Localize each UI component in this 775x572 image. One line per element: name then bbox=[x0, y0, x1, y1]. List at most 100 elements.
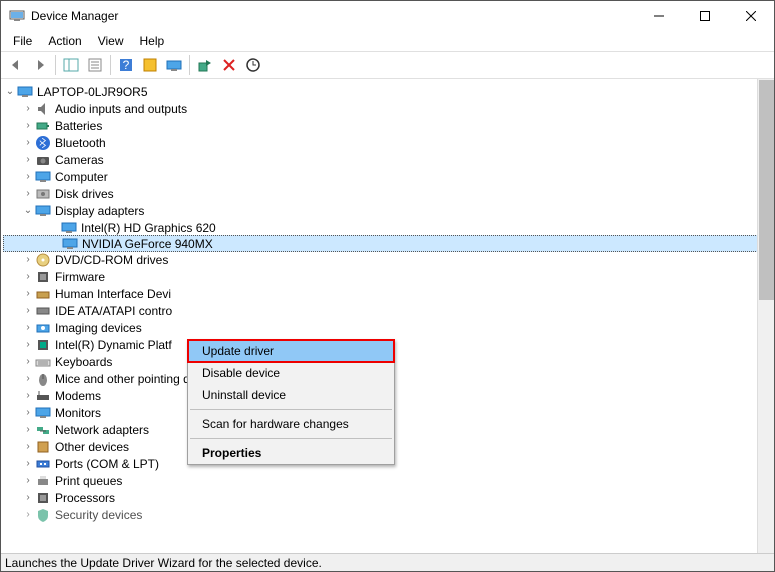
tree-node-label: Network adapters bbox=[55, 423, 149, 437]
window-controls bbox=[636, 1, 774, 31]
close-button[interactable] bbox=[728, 1, 774, 31]
menu-help[interactable]: Help bbox=[132, 32, 173, 50]
tree-node-label: NVIDIA GeForce 940MX bbox=[82, 237, 213, 251]
expand-icon[interactable]: › bbox=[21, 271, 35, 282]
tree-node-hid[interactable]: › Human Interface Devi bbox=[3, 285, 774, 302]
expand-icon[interactable]: › bbox=[21, 492, 35, 503]
tree-node-label: Firmware bbox=[55, 270, 105, 284]
menu-view[interactable]: View bbox=[90, 32, 132, 50]
tree-node-nvidia[interactable]: NVIDIA GeForce 940MX bbox=[3, 235, 774, 252]
collapse-icon[interactable]: ⌄ bbox=[21, 205, 35, 216]
window-title: Device Manager bbox=[31, 9, 636, 23]
expand-icon[interactable]: › bbox=[21, 441, 35, 452]
tree-node-display-adapters[interactable]: ⌄Display adapters bbox=[3, 202, 774, 219]
tree-node-firmware[interactable]: › Firmware bbox=[3, 268, 774, 285]
expand-icon[interactable]: › bbox=[21, 137, 35, 148]
tree-node-bluetooth[interactable]: ›Bluetooth bbox=[3, 134, 774, 151]
uninstall-device-icon[interactable] bbox=[218, 54, 240, 76]
expand-icon[interactable]: › bbox=[21, 458, 35, 469]
menu-file[interactable]: File bbox=[5, 32, 40, 50]
properties-icon[interactable] bbox=[84, 54, 106, 76]
tree-node-print[interactable]: ›Print queues bbox=[3, 472, 774, 489]
expand-icon[interactable]: › bbox=[21, 407, 35, 418]
tree-node-label: Human Interface Devi bbox=[55, 287, 171, 301]
expand-icon[interactable]: › bbox=[21, 339, 35, 350]
tree-node-dvd[interactable]: › DVD/CD-ROM drives bbox=[3, 251, 774, 268]
expand-icon[interactable]: › bbox=[21, 171, 35, 182]
svg-text:?: ? bbox=[123, 58, 130, 72]
chip-icon bbox=[35, 337, 51, 353]
tree-root-label: LAPTOP-0LJR9OR5 bbox=[37, 85, 148, 99]
expand-icon[interactable]: › bbox=[21, 254, 35, 265]
camera-icon bbox=[35, 152, 51, 168]
expand-icon[interactable]: › bbox=[21, 424, 35, 435]
enable-device-icon[interactable] bbox=[194, 54, 216, 76]
mouse-icon bbox=[35, 371, 51, 387]
expand-icon[interactable]: › bbox=[21, 373, 35, 384]
menubar: File Action View Help bbox=[1, 31, 774, 51]
ide-icon bbox=[35, 303, 51, 319]
tree-node-computer[interactable]: ›Computer bbox=[3, 168, 774, 185]
ctx-scan-hardware[interactable]: Scan for hardware changes bbox=[188, 413, 394, 435]
tree-node-intel-graphics[interactable]: Intel(R) HD Graphics 620 bbox=[3, 219, 774, 236]
maximize-button[interactable] bbox=[682, 1, 728, 31]
battery-icon bbox=[35, 118, 51, 134]
tree-node-cameras[interactable]: › Cameras bbox=[3, 151, 774, 168]
ports-icon bbox=[35, 456, 51, 472]
minimize-button[interactable] bbox=[636, 1, 682, 31]
update-driver-icon[interactable] bbox=[163, 54, 185, 76]
toolbar-sep bbox=[110, 55, 111, 75]
tree-node-label: Ports (COM & LPT) bbox=[55, 457, 159, 471]
other-icon bbox=[35, 439, 51, 455]
ctx-uninstall-device[interactable]: Uninstall device bbox=[188, 384, 394, 406]
menu-action[interactable]: Action bbox=[40, 32, 89, 50]
expand-icon[interactable]: › bbox=[21, 120, 35, 131]
tree-node-audio[interactable]: ›Audio inputs and outputs bbox=[3, 100, 774, 117]
expand-icon[interactable]: › bbox=[21, 154, 35, 165]
scan-hardware-icon[interactable] bbox=[242, 54, 264, 76]
back-icon[interactable] bbox=[5, 54, 27, 76]
tree-node-label: DVD/CD-ROM drives bbox=[55, 253, 168, 267]
ctx-separator bbox=[190, 409, 392, 410]
tree-node-ide[interactable]: ›IDE ATA/ATAPI contro bbox=[3, 302, 774, 319]
show-hide-tree-icon[interactable] bbox=[60, 54, 82, 76]
expand-icon[interactable]: › bbox=[21, 322, 35, 333]
tree-node-security[interactable]: ›Security devices bbox=[3, 506, 774, 523]
network-icon bbox=[35, 422, 51, 438]
expand-icon[interactable]: › bbox=[21, 356, 35, 367]
expand-icon[interactable]: › bbox=[21, 509, 35, 520]
app-icon bbox=[9, 8, 25, 24]
tree-node-imaging[interactable]: ›Imaging devices bbox=[3, 319, 774, 336]
ctx-update-driver[interactable]: Update driver bbox=[188, 340, 394, 362]
expand-icon[interactable]: › bbox=[21, 390, 35, 401]
tree-node-label: Cameras bbox=[55, 153, 104, 167]
scrollbar-thumb[interactable] bbox=[759, 80, 774, 300]
ctx-separator bbox=[190, 438, 392, 439]
scan-icon[interactable] bbox=[139, 54, 161, 76]
tree-node-label: Other devices bbox=[55, 440, 129, 454]
vertical-scrollbar[interactable] bbox=[757, 79, 774, 555]
expand-icon[interactable]: › bbox=[21, 305, 35, 316]
keyboard-icon bbox=[35, 354, 51, 370]
ctx-properties[interactable]: Properties bbox=[188, 442, 394, 464]
tree-node-batteries[interactable]: ›Batteries bbox=[3, 117, 774, 134]
expand-icon[interactable]: › bbox=[21, 103, 35, 114]
tree-node-processors[interactable]: ›Processors bbox=[3, 489, 774, 506]
tree-root[interactable]: ⌄ LAPTOP-0LJR9OR5 bbox=[3, 83, 774, 100]
disk-icon bbox=[35, 186, 51, 202]
collapse-icon[interactable]: ⌄ bbox=[3, 86, 17, 97]
display-icon bbox=[61, 220, 77, 236]
tree-node-disk[interactable]: ›Disk drives bbox=[3, 185, 774, 202]
titlebar: Device Manager bbox=[1, 1, 774, 31]
help-icon[interactable]: ? bbox=[115, 54, 137, 76]
tree-node-label: Intel(R) HD Graphics 620 bbox=[81, 221, 216, 235]
expand-icon[interactable]: › bbox=[21, 475, 35, 486]
tree-node-label: Modems bbox=[55, 389, 101, 403]
expand-icon[interactable]: › bbox=[21, 188, 35, 199]
tree-content: ⌄ LAPTOP-0LJR9OR5 ›Audio inputs and outp… bbox=[1, 79, 774, 555]
hid-icon bbox=[35, 286, 51, 302]
forward-icon[interactable] bbox=[29, 54, 51, 76]
toolbar-sep bbox=[55, 55, 56, 75]
ctx-disable-device[interactable]: Disable device bbox=[188, 362, 394, 384]
expand-icon[interactable]: › bbox=[21, 288, 35, 299]
